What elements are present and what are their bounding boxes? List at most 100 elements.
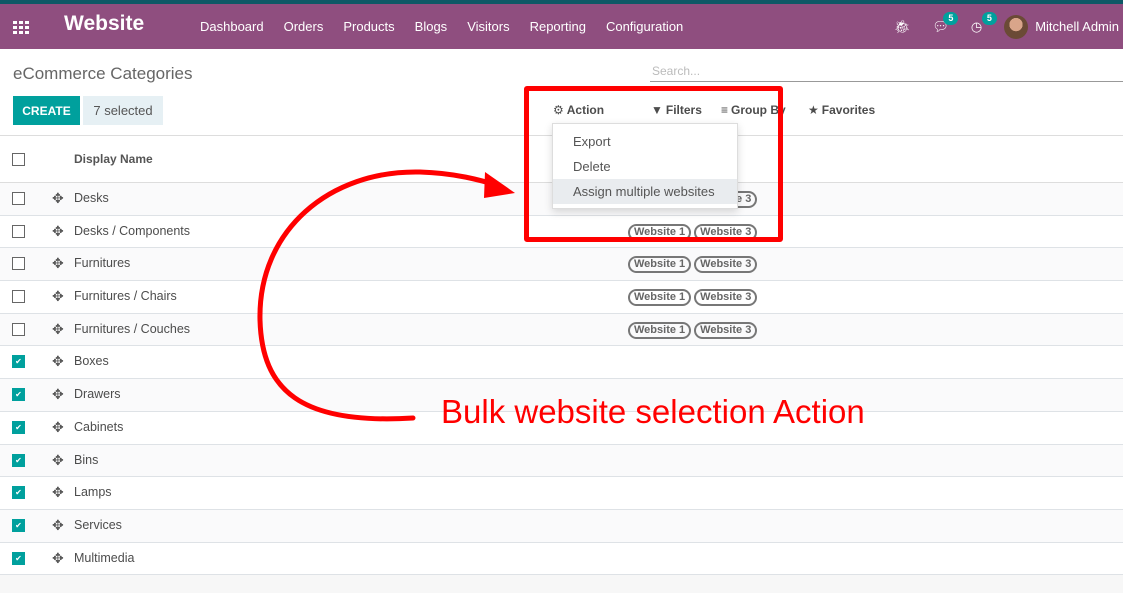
annotation-text: Bulk website selection Action [441, 393, 865, 430]
search-input[interactable] [650, 60, 1123, 82]
row-checkbox[interactable]: ✔ [12, 388, 25, 402]
debug-bug-icon[interactable]: 🐞︎ [894, 19, 911, 35]
website-tag: Website 3 [694, 289, 758, 307]
menu-item-assign-websites[interactable]: Assign multiple websites [553, 179, 737, 204]
drag-handle-icon[interactable]: ✥ [52, 353, 64, 370]
drag-handle-icon[interactable]: ✥ [52, 223, 64, 240]
website-tags: Website 1Website 3 [628, 223, 760, 241]
filters-button[interactable]: ▼ Filters [651, 103, 702, 117]
messages-button[interactable]: 💬︎ 5 [932, 11, 959, 35]
row-display-name: Bins [74, 452, 99, 467]
table-row[interactable]: ✔ ✥ Multimedia [0, 542, 1123, 576]
create-button[interactable]: CREATE [13, 96, 80, 125]
menu-item-export[interactable]: Export [553, 129, 737, 154]
row-checkbox[interactable] [12, 290, 25, 304]
gear-icon: ⚙ [553, 103, 564, 117]
activities-button[interactable]: ◷ 5 [970, 11, 997, 35]
filters-label: Filters [665, 103, 702, 117]
action-button[interactable]: ⚙ Action [553, 103, 604, 117]
website-tags: Website 1Website 3 [628, 321, 760, 339]
table-row[interactable]: ✥ Furnitures Website 1 Website 3 [0, 248, 1123, 282]
table-row[interactable]: ✔ ✥ Services [0, 509, 1123, 543]
row-checkbox[interactable] [12, 322, 25, 336]
systray: 🐞︎ 💬︎ 5 ◷ 5 Mitchell Admin [894, 4, 1123, 49]
apps-menu-icon[interactable] [13, 21, 30, 34]
groupby-label: Group By [731, 103, 786, 117]
row-display-name: Furnitures [74, 256, 131, 271]
row-display-name: Boxes [74, 354, 109, 369]
menu-blogs[interactable]: Blogs [405, 19, 458, 34]
filter-icon: ▼ [651, 103, 663, 117]
menu-orders[interactable]: Orders [274, 19, 334, 34]
table-row[interactable]: ✥ Desks / Components Website 1 Website 3 [0, 215, 1123, 249]
website-tags: Website 1Website 3 [628, 256, 760, 274]
clock-icon: ◷ [970, 18, 983, 34]
drag-handle-icon[interactable]: ✥ [52, 255, 64, 272]
menu-configuration[interactable]: Configuration [596, 19, 693, 34]
menu-reporting[interactable]: Reporting [520, 19, 596, 34]
row-display-name: Services [74, 517, 122, 532]
drag-handle-icon[interactable]: ✥ [52, 484, 64, 501]
row-display-name: Cabinets [74, 419, 124, 434]
action-label: Action [566, 103, 605, 117]
website-tag: Website 3 [694, 321, 758, 339]
row-checkbox[interactable] [12, 257, 25, 271]
drag-handle-icon[interactable]: ✥ [52, 288, 64, 305]
action-dropdown: Export Delete Assign multiple websites [552, 123, 738, 209]
row-checkbox[interactable]: ✔ [12, 453, 25, 467]
table-body: ✥DesksWebsite 1Website 3✥Desks / Compone… [0, 183, 1123, 576]
star-icon: ★ [808, 103, 819, 117]
row-checkbox[interactable]: ✔ [12, 420, 25, 434]
table-row[interactable]: ✥ Furnitures / Chairs Website 1 Website 3 [0, 281, 1123, 314]
table-row[interactable]: ✥ Furnitures / Couches Website 1 Website 3 [0, 313, 1123, 347]
user-menu[interactable]: Mitchell Admin [1035, 19, 1119, 34]
drag-handle-icon[interactable]: ✥ [52, 517, 64, 534]
messages-badge: 5 [943, 11, 959, 25]
row-display-name: Furnitures / Chairs [74, 289, 177, 304]
table-row[interactable]: ✔ ✥ Bins [0, 444, 1123, 478]
website-tag: Website 1 [628, 223, 692, 241]
drag-handle-icon[interactable]: ✥ [52, 321, 64, 338]
menu-dashboard[interactable]: Dashboard [190, 19, 274, 34]
row-checkbox[interactable] [12, 224, 25, 238]
menu-item-delete[interactable]: Delete [553, 154, 737, 179]
row-display-name: Multimedia [74, 550, 135, 565]
row-display-name: Lamps [74, 485, 112, 500]
list-icon: ≡ [721, 103, 729, 117]
row-checkbox[interactable]: ✔ [12, 551, 25, 565]
menu-products[interactable]: Products [333, 19, 404, 34]
row-checkbox[interactable]: ✔ [12, 355, 25, 369]
drag-handle-icon[interactable]: ✥ [52, 419, 64, 436]
row-checkbox[interactable] [12, 192, 25, 205]
groupby-button[interactable]: ≡ Group By [721, 103, 786, 117]
drag-handle-icon[interactable]: ✥ [52, 550, 64, 567]
website-tags: Website 1Website 3 [628, 289, 760, 307]
drag-handle-icon[interactable]: ✥ [52, 452, 64, 469]
selected-count: 7 selected [83, 96, 163, 125]
page-title: eCommerce Categories [13, 64, 193, 83]
column-display-name[interactable]: Display Name [74, 152, 153, 166]
website-tag: Website 1 [628, 256, 692, 274]
row-display-name: Desks [74, 191, 109, 205]
main-menu: Dashboard Orders Products Blogs Visitors Repo… [190, 4, 693, 49]
app-title: Website [64, 12, 145, 35]
list-footer [0, 575, 1123, 593]
navbar: Website Dashboard Orders Products Blogs Visi… [0, 4, 1123, 49]
favorites-label: Favorites [821, 103, 876, 117]
favorites-button[interactable]: ★ Favorites [808, 103, 875, 117]
menu-visitors[interactable]: Visitors [457, 19, 519, 34]
row-display-name: Drawers [74, 387, 121, 402]
row-display-name: Desks / Components [74, 223, 191, 238]
table-row[interactable]: ✔ ✥ Boxes [0, 346, 1123, 380]
website-tag: Website 3 [694, 256, 758, 274]
row-checkbox[interactable]: ✔ [12, 486, 25, 500]
drag-handle-icon[interactable]: ✥ [52, 386, 64, 403]
table-row[interactable]: ✔ ✥ Lamps [0, 477, 1123, 510]
website-tag: Website 1 [628, 289, 692, 307]
avatar[interactable] [1004, 14, 1029, 39]
row-checkbox[interactable]: ✔ [12, 518, 25, 532]
website-tag: Website 3 [694, 223, 758, 241]
select-all-checkbox[interactable] [12, 153, 25, 166]
drag-handle-icon[interactable]: ✥ [52, 190, 64, 207]
row-display-name: Furnitures / Couches [74, 321, 191, 336]
